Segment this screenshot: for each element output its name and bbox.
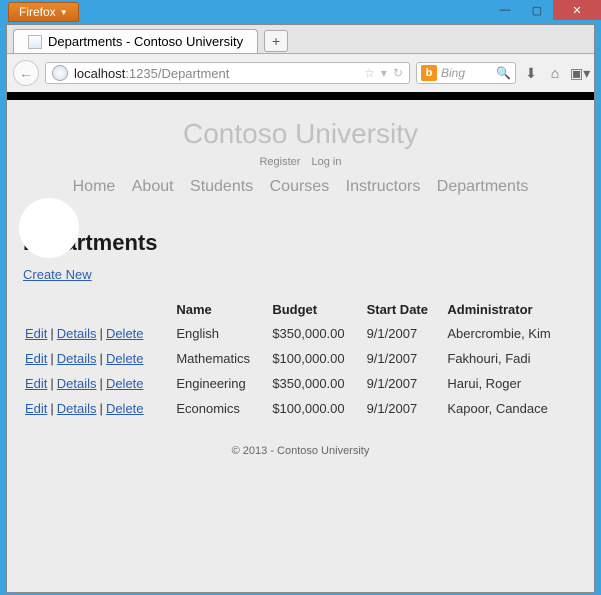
delete-link[interactable]: Delete [106, 326, 144, 341]
tab-title: Departments - Contoso University [48, 34, 243, 49]
cell-name: Economics [174, 396, 270, 421]
delete-link[interactable]: Delete [106, 401, 144, 416]
cell-admin: Abercrombie, Kim [445, 321, 578, 346]
cell-start: 9/1/2007 [365, 396, 446, 421]
cell-start: 9/1/2007 [365, 371, 446, 396]
details-link[interactable]: Details [57, 376, 97, 391]
cell-budget: $350,000.00 [270, 371, 364, 396]
page-content: Contoso University Register Log in Home … [7, 92, 594, 592]
url-path: :1235/Department [125, 66, 229, 81]
table-row: Edit|Details|DeleteEconomics$100,000.009… [23, 396, 578, 421]
nav-courses[interactable]: Courses [270, 178, 330, 195]
cell-name: English [174, 321, 270, 346]
top-bar [7, 92, 594, 100]
cell-name: Engineering [174, 371, 270, 396]
bing-icon: b [421, 65, 437, 81]
nav-instructors[interactable]: Instructors [346, 178, 421, 195]
col-start: Start Date [365, 298, 446, 321]
firefox-label: Firefox [19, 5, 56, 19]
dropdown-icon[interactable]: ▾ [381, 66, 387, 80]
col-actions [23, 298, 174, 321]
nav-students[interactable]: Students [190, 178, 253, 195]
table-row: Edit|Details|DeleteEnglish$350,000.009/1… [23, 321, 578, 346]
search-placeholder: Bing [441, 66, 465, 80]
col-admin: Administrator [445, 298, 578, 321]
col-name: Name [174, 298, 270, 321]
table-row: Edit|Details|DeleteMathematics$100,000.0… [23, 346, 578, 371]
home-button[interactable]: ⌂ [546, 65, 564, 81]
page-icon [28, 35, 42, 49]
bookmark-star-icon[interactable]: ☆ [364, 66, 375, 80]
downloads-button[interactable]: ⬇ [522, 65, 540, 82]
new-tab-button[interactable]: + [264, 30, 288, 52]
col-budget: Budget [270, 298, 364, 321]
close-button[interactable]: ✕ [553, 0, 601, 20]
login-link[interactable]: Log in [312, 156, 342, 168]
edit-link[interactable]: Edit [25, 351, 47, 366]
window-titlebar: — ▢ ✕ [0, 0, 601, 24]
cell-admin: Fakhouri, Fadi [445, 346, 578, 371]
back-button[interactable]: ← [13, 60, 39, 86]
tab-strip: Departments - Contoso University + [7, 25, 594, 54]
auth-links: Register Log in [7, 156, 594, 168]
delete-link[interactable]: Delete [106, 351, 144, 366]
chevron-down-icon: ▼ [60, 8, 68, 17]
main-nav: Home About Students Courses Instructors … [7, 178, 594, 196]
toolbar: ← localhost:1235/Department ☆ ▾ ↻ b Bing… [7, 54, 594, 92]
edit-link[interactable]: Edit [25, 376, 47, 391]
details-link[interactable]: Details [57, 326, 97, 341]
search-box[interactable]: b Bing 🔍 [416, 62, 516, 84]
delete-link[interactable]: Delete [106, 376, 144, 391]
url-host: localhost [74, 66, 125, 81]
cell-start: 9/1/2007 [365, 346, 446, 371]
departments-table: Name Budget Start Date Administrator Edi… [23, 298, 578, 421]
page-heading: Departments [23, 230, 578, 256]
globe-icon [52, 65, 68, 81]
details-link[interactable]: Details [57, 401, 97, 416]
avatar-circle [19, 198, 79, 258]
table-row: Edit|Details|DeleteEngineering$350,000.0… [23, 371, 578, 396]
search-icon[interactable]: 🔍 [496, 66, 511, 80]
nav-departments[interactable]: Departments [437, 178, 529, 195]
cell-admin: Harui, Roger [445, 371, 578, 396]
minimize-button[interactable]: — [489, 0, 521, 20]
cell-start: 9/1/2007 [365, 321, 446, 346]
nav-about[interactable]: About [132, 178, 174, 195]
nav-home[interactable]: Home [73, 178, 116, 195]
reload-icon[interactable]: ↻ [393, 66, 403, 80]
details-link[interactable]: Details [57, 351, 97, 366]
cell-budget: $350,000.00 [270, 321, 364, 346]
bookmarks-button[interactable]: ▣▾ [570, 65, 588, 82]
cell-name: Mathematics [174, 346, 270, 371]
edit-link[interactable]: Edit [25, 401, 47, 416]
cell-admin: Kapoor, Candace [445, 396, 578, 421]
browser-tab[interactable]: Departments - Contoso University [13, 29, 258, 53]
edit-link[interactable]: Edit [25, 326, 47, 341]
maximize-button[interactable]: ▢ [521, 0, 553, 20]
create-new-link[interactable]: Create New [23, 267, 92, 282]
site-title[interactable]: Contoso University [7, 118, 594, 150]
firefox-menu-button[interactable]: Firefox ▼ [8, 2, 79, 22]
footer: © 2013 - Contoso University [23, 445, 578, 457]
address-bar[interactable]: localhost:1235/Department ☆ ▾ ↻ [45, 62, 410, 84]
cell-budget: $100,000.00 [270, 396, 364, 421]
register-link[interactable]: Register [259, 156, 300, 168]
cell-budget: $100,000.00 [270, 346, 364, 371]
